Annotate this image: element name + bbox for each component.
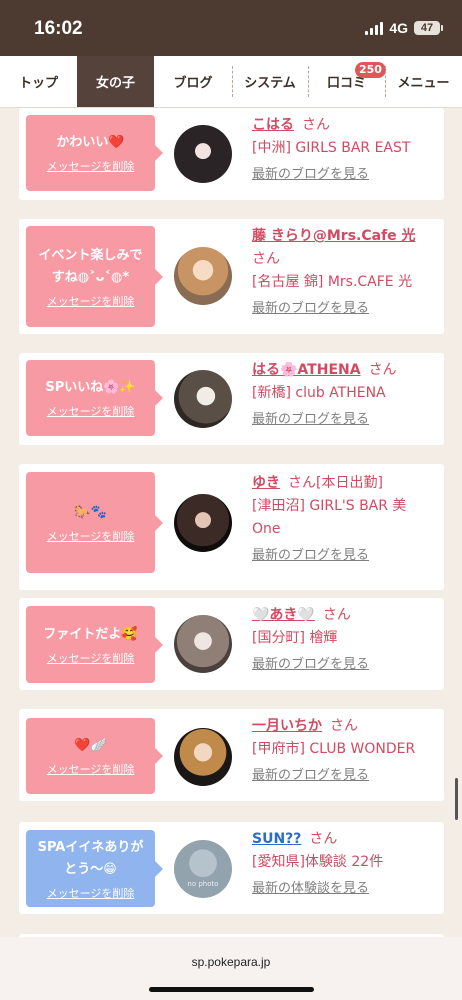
profile-info: こはる さん [中洲] GIRLS BAR EAST 最新のブログを見る bbox=[252, 114, 437, 182]
profile-info: SUN?? さん [愛知県]体験談 22件 最新の体験談を見る bbox=[252, 828, 437, 896]
avatar[interactable] bbox=[174, 125, 232, 183]
girl-name-link[interactable]: 🤍あき🤍 bbox=[252, 607, 315, 623]
delete-message-link[interactable]: メッセージを削除 bbox=[47, 761, 135, 777]
message-text: イベント楽しみで すね◍˃ᴗ˂◍* bbox=[38, 247, 143, 285]
message-bubble: ファイトだよ🥰 メッセージを削除 bbox=[26, 606, 163, 683]
shop-name: [新橋] club ATHENA bbox=[252, 385, 386, 401]
attendance-status: [本日出勤] bbox=[316, 475, 383, 491]
delete-message-link[interactable]: メッセージを削除 bbox=[47, 650, 135, 666]
tab-label: 女の子 bbox=[95, 76, 135, 91]
message-text: SPAイイネありが とう〜😁 bbox=[37, 839, 144, 877]
honorific: さん bbox=[322, 607, 351, 623]
delete-message-link[interactable]: メッセージを削除 bbox=[47, 158, 135, 174]
honorific: さん bbox=[302, 117, 330, 133]
avatar[interactable] bbox=[174, 370, 232, 428]
no-photo-avatar[interactable]: no photo bbox=[174, 840, 232, 898]
honorific: さん bbox=[288, 475, 316, 491]
avatar[interactable] bbox=[174, 728, 232, 786]
message-bubble: ❤️🪽 メッセージを削除 bbox=[26, 718, 163, 794]
profile-info: ゆき さん[本日出勤] [津田沼] GIRL'S BAR 美 One 最新のブログ… bbox=[252, 472, 437, 563]
url-text: sp.pokepara.jp bbox=[191, 955, 271, 969]
avatar[interactable] bbox=[174, 247, 232, 305]
tab-blog[interactable]: ブログ bbox=[154, 56, 232, 107]
girl-name-link[interactable]: 藤 きらり@Mrs.Cafe 光 bbox=[252, 228, 416, 244]
review-count-badge: 250 bbox=[355, 62, 386, 78]
message-text: 🐎🐾 bbox=[74, 504, 107, 520]
delete-message-link[interactable]: メッセージを削除 bbox=[47, 885, 135, 901]
message-text: SPいいね🌸✨ bbox=[45, 380, 136, 395]
profile-info: 一月いちか さん [甲府市] CLUB WONDER 最新のブログを見る bbox=[252, 715, 437, 783]
network-type: 4G bbox=[389, 20, 408, 36]
message-bubble: 🐎🐾 メッセージを削除 bbox=[26, 472, 163, 573]
profile-info: はる🌸ATHENA さん [新橋] club ATHENA 最新のブログを見る bbox=[252, 359, 437, 427]
delete-message-link[interactable]: メッセージを削除 bbox=[47, 403, 135, 419]
tab-top[interactable]: トップ bbox=[0, 56, 77, 107]
tab-label: ブログ bbox=[173, 76, 213, 91]
latest-blog-link[interactable]: 最新のブログを見る bbox=[252, 544, 437, 563]
message-text: かわいい❤️ bbox=[56, 135, 125, 150]
latest-blog-link[interactable]: 最新のブログを見る bbox=[252, 764, 437, 783]
status-indicators: 4G 47 bbox=[365, 20, 443, 36]
honorific: さん bbox=[368, 362, 397, 378]
tab-system[interactable]: システム bbox=[232, 56, 308, 107]
shop-name: [甲府市] CLUB WONDER bbox=[252, 741, 416, 757]
avatar[interactable] bbox=[174, 615, 232, 673]
scrollbar[interactable] bbox=[455, 778, 458, 820]
tab-menu[interactable]: メニュー bbox=[385, 56, 462, 107]
top-nav: トップ 女の子 ブログ システム 口コミ 250 メニュー bbox=[0, 56, 462, 108]
message-card: イベント楽しみで すね◍˃ᴗ˂◍* メッセージを削除 藤 きらり@Mrs.Caf… bbox=[19, 219, 444, 334]
message-text: ❤️🪽 bbox=[74, 738, 107, 753]
message-card: 🐎🐾 メッセージを削除 ゆき さん[本日出勤] [津田沼] GIRL'S BAR … bbox=[19, 464, 444, 590]
message-card: ファイトだよ🥰 メッセージを削除 🤍あき🤍 さん [国分町] 檜輝 最新のブログを… bbox=[19, 598, 444, 690]
message-bubble: SPAイイネありが とう〜😁 メッセージを削除 bbox=[26, 830, 163, 907]
battery-icon: 47 bbox=[414, 21, 443, 35]
review-count: [愛知県]体験談 22件 bbox=[252, 854, 384, 870]
latest-blog-link[interactable]: 最新のブログを見る bbox=[252, 163, 437, 182]
girl-name-link[interactable]: はる🌸ATHENA bbox=[252, 362, 361, 378]
delete-message-link[interactable]: メッセージを削除 bbox=[47, 528, 135, 544]
tab-label: トップ bbox=[18, 76, 58, 91]
shop-name: [中洲] GIRLS BAR EAST bbox=[252, 140, 411, 156]
no-photo-label: no photo bbox=[187, 880, 219, 888]
tab-reviews[interactable]: 口コミ 250 bbox=[308, 56, 386, 107]
honorific: さん bbox=[252, 251, 280, 267]
delete-message-link[interactable]: メッセージを削除 bbox=[47, 293, 135, 309]
honorific: さん bbox=[309, 831, 338, 847]
latest-blog-link[interactable]: 最新のブログを見る bbox=[252, 297, 437, 316]
shop-name: [国分町] 檜輝 bbox=[252, 630, 338, 646]
shop-name: [津田沼] GIRL'S BAR 美 One bbox=[252, 498, 407, 537]
status-bar: 16:02 4G 47 bbox=[0, 0, 462, 56]
user-name-link[interactable]: SUN?? bbox=[252, 831, 301, 847]
honorific: さん bbox=[330, 718, 358, 734]
profile-info: 藤 きらり@Mrs.Cafe 光さん [名古屋 錦] Mrs.CAFE 光 最新… bbox=[252, 225, 437, 316]
message-card: ❤️🪽 メッセージを削除 一月いちか さん [甲府市] CLUB WONDER 最… bbox=[19, 709, 444, 801]
latest-blog-link[interactable]: 最新のブログを見る bbox=[252, 408, 437, 427]
latest-blog-link[interactable]: 最新のブログを見る bbox=[252, 653, 437, 672]
girl-name-link[interactable]: 一月いちか bbox=[252, 718, 322, 734]
message-bubble: かわいい❤️ メッセージを削除 bbox=[26, 115, 163, 191]
girl-name-link[interactable]: こはる bbox=[252, 117, 294, 133]
tab-label: メニュー bbox=[397, 76, 450, 91]
girl-name-link[interactable]: ゆき bbox=[252, 475, 280, 491]
message-card: SPAイイネありが とう〜😁 メッセージを削除 no photo SUN?? さん… bbox=[19, 822, 444, 914]
tab-label: システム bbox=[244, 76, 296, 91]
latest-review-link[interactable]: 最新の体験談を見る bbox=[252, 877, 437, 896]
signal-icon bbox=[365, 21, 384, 35]
avatar[interactable] bbox=[174, 494, 232, 552]
home-indicator[interactable] bbox=[149, 987, 314, 992]
message-bubble: イベント楽しみで すね◍˃ᴗ˂◍* メッセージを削除 bbox=[26, 226, 163, 327]
message-card: SPいいね🌸✨ メッセージを削除 はる🌸ATHENA さん [新橋] club A… bbox=[19, 353, 444, 445]
status-time: 16:02 bbox=[34, 18, 83, 39]
tab-girls[interactable]: 女の子 bbox=[77, 56, 154, 107]
message-card: かわいい❤️ メッセージを削除 こはる さん [中洲] GIRLS BAR EAS… bbox=[19, 108, 444, 200]
message-text: ファイトだよ🥰 bbox=[43, 626, 138, 642]
shop-name: [名古屋 錦] Mrs.CAFE 光 bbox=[252, 274, 413, 290]
message-bubble: SPいいね🌸✨ メッセージを削除 bbox=[26, 360, 163, 436]
profile-info: 🤍あき🤍 さん [国分町] 檜輝 最新のブログを見る bbox=[252, 604, 437, 672]
